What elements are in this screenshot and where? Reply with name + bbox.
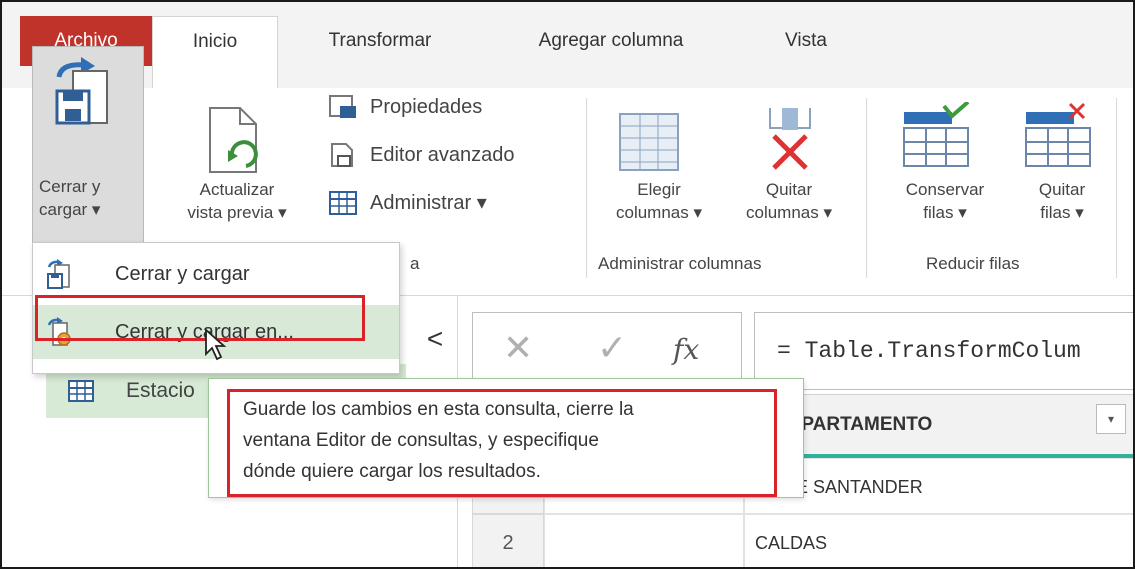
manage-label: Administrar ▾ <box>370 192 487 214</box>
table-icon <box>329 191 357 215</box>
remove-rows-icon <box>1025 102 1091 167</box>
menu-item-label: Cerrar y cargar <box>115 263 250 285</box>
tooltip-text-line: Guarde los cambios en esta consulta, cie… <box>243 399 634 420</box>
manage-button[interactable]: Administrar ▾ <box>324 186 487 220</box>
close-and-load-label: Cerrar y cargar ▾ <box>39 177 101 219</box>
tooltip-text-line: ventana Editor de consultas, y especifiq… <box>243 430 599 451</box>
app-window: Archivo Inicio Transformar Agregar colum… <box>0 0 1135 569</box>
advanced-editor-label: Editor avanzado <box>370 144 515 166</box>
tooltip-text-line: dónde quiere cargar los resultados. <box>243 461 541 482</box>
close-load-icon <box>55 57 108 125</box>
insert-function-button[interactable]: fx <box>673 333 699 366</box>
group-label-query: a <box>410 254 420 273</box>
row-index: 2 <box>472 514 544 567</box>
advanced-editor-button[interactable]: Editor avanzado <box>324 138 515 172</box>
formula-input[interactable]: = Table.TransformColum <box>754 312 1133 390</box>
advanced-editor-icon <box>331 143 353 167</box>
cancel-formula-button[interactable]: ✕ <box>503 327 533 369</box>
close-load-to-icon <box>47 317 71 346</box>
remove-columns-button[interactable]: Quitar columnas ▾ <box>724 98 854 248</box>
tooltip: Guarde los cambios en esta consulta, cie… <box>208 378 804 498</box>
properties-label: Propiedades <box>370 96 483 118</box>
confirm-formula-button[interactable]: ✓ <box>597 327 627 369</box>
keep-rows-icon <box>903 102 970 167</box>
keep-rows-button[interactable]: Conservar filas ▾ <box>880 98 1010 248</box>
table-cell <box>544 514 744 567</box>
remove-columns-label: Quitar columnas ▾ <box>745 180 832 222</box>
ribbon-tab-bar: Archivo Inicio Transformar Agregar colum… <box>2 2 1133 88</box>
choose-columns-button[interactable]: Elegir columnas ▾ <box>594 98 724 248</box>
column-filter-button[interactable]: ▾ <box>1096 404 1126 434</box>
tab-vista[interactable]: Vista <box>756 16 856 66</box>
properties-icon <box>329 95 356 118</box>
refresh-preview-button[interactable]: Actualizar vista previa ▾ <box>152 98 322 248</box>
table-cell[interactable]: CALDAS <box>744 514 1133 567</box>
group-label-manage-columns: Administrar columnas <box>598 254 762 273</box>
remove-columns-icon <box>769 108 811 170</box>
choose-columns-icon <box>619 113 679 171</box>
tab-transformar[interactable]: Transformar <box>302 16 458 66</box>
menu-item-close-and-load[interactable]: Cerrar y cargar <box>33 247 399 301</box>
close-load-icon <box>47 259 70 289</box>
ribbon-separator <box>586 98 587 278</box>
ribbon-separator <box>1116 98 1117 278</box>
group-label-reduce-rows: Reducir filas <box>926 254 1020 273</box>
tab-agregar-columna[interactable]: Agregar columna <box>496 16 726 66</box>
ribbon-separator <box>866 98 867 278</box>
remove-rows-button[interactable]: Quitar filas ▾ <box>1012 98 1112 248</box>
tab-inicio[interactable]: Inicio <box>152 16 278 88</box>
remove-rows-label: Quitar filas ▾ <box>1038 180 1086 222</box>
properties-button[interactable]: Propiedades <box>324 90 482 124</box>
mouse-pointer-icon <box>205 328 227 361</box>
refresh-icon <box>209 107 258 173</box>
choose-columns-label: Elegir columnas ▾ <box>615 180 702 222</box>
refresh-preview-label: Actualizar vista previa ▾ <box>187 180 287 222</box>
collapse-panel-button[interactable]: < <box>420 324 450 354</box>
keep-rows-label: Conservar filas ▾ <box>905 180 985 222</box>
table-icon <box>68 380 94 402</box>
close-and-load-button[interactable]: Cerrar y cargar ▾ <box>32 46 144 244</box>
query-name: Estacio <box>126 379 195 402</box>
